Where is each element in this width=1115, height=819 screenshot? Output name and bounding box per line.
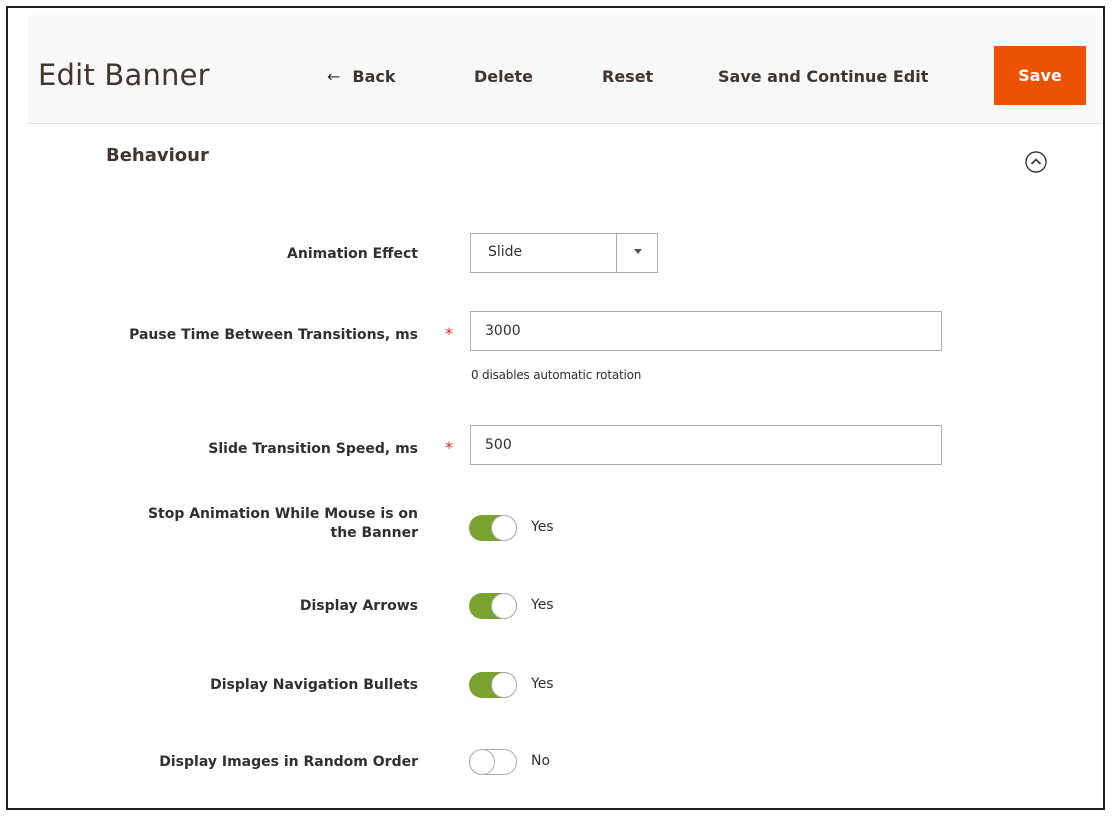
save-button[interactable]: Save: [994, 46, 1086, 105]
save-and-continue-button[interactable]: Save and Continue Edit: [718, 67, 928, 86]
animation-effect-select[interactable]: Slide: [470, 233, 658, 273]
pause-time-input[interactable]: [470, 311, 942, 351]
display-arrows-label: Display Arrows: [299, 598, 418, 614]
random-order-label: Display Images in Random Order: [159, 754, 418, 770]
page-actions-bar: Edit Banner ← Back Delete Reset Save and …: [28, 15, 1102, 124]
required-mark: *: [445, 438, 453, 457]
back-button-label: Back: [352, 67, 396, 86]
dropdown-arrow-icon: [634, 249, 642, 254]
toggle-knob: [491, 515, 517, 541]
stop-on-hover-label-line1: Stop Animation While Mouse is on: [147, 506, 418, 522]
chevron-up-circle-icon[interactable]: [1024, 150, 1048, 174]
transition-speed-input[interactable]: [470, 425, 942, 465]
transition-speed-label: Slide Transition Speed, ms: [208, 441, 418, 457]
animation-effect-label: Animation Effect: [287, 246, 418, 262]
animation-effect-value: Slide: [488, 244, 523, 260]
pause-time-note: 0 disables automatic rotation: [471, 368, 642, 382]
display-arrows-state: Yes: [531, 597, 554, 613]
stop-on-hover-toggle[interactable]: [469, 515, 517, 541]
display-bullets-state: Yes: [531, 676, 554, 692]
stop-on-hover-state: Yes: [531, 519, 554, 535]
reset-button[interactable]: Reset: [602, 67, 653, 86]
toggle-knob: [491, 593, 517, 619]
display-bullets-toggle[interactable]: [469, 672, 517, 698]
pause-time-label: Pause Time Between Transitions, ms: [129, 327, 418, 343]
display-arrows-toggle[interactable]: [469, 593, 517, 619]
page-title: Edit Banner: [38, 58, 210, 92]
required-mark: *: [445, 324, 453, 343]
random-order-toggle[interactable]: [469, 749, 517, 775]
back-arrow-icon: ←: [327, 67, 341, 86]
page-frame: Edit Banner ← Back Delete Reset Save and …: [6, 6, 1105, 810]
random-order-state: No: [531, 753, 551, 769]
back-button[interactable]: ← Back: [327, 67, 396, 86]
stop-on-hover-label-line2: the Banner: [330, 525, 418, 541]
display-bullets-label: Display Navigation Bullets: [210, 677, 418, 693]
delete-button[interactable]: Delete: [474, 67, 533, 86]
stop-on-hover-label: Stop Animation While Mouse is on the Ban…: [148, 505, 418, 543]
toggle-knob: [469, 749, 495, 775]
select-divider: [616, 234, 617, 272]
section-title[interactable]: Behaviour: [106, 145, 209, 166]
toggle-knob: [491, 672, 517, 698]
